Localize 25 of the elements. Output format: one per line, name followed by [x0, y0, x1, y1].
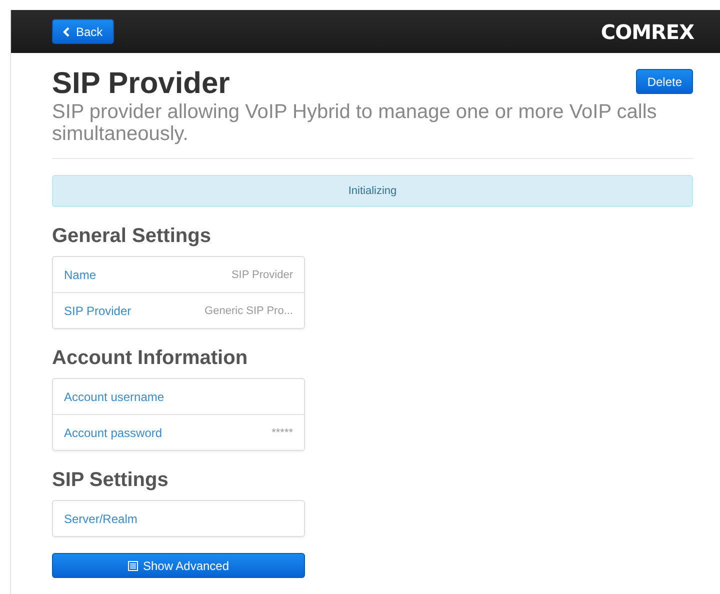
section-heading: SIP Settings: [52, 469, 170, 491]
setting-value: SIP Provider: [231, 268, 293, 280]
logo: COMREX: [600, 20, 694, 44]
setting-label: Name: [64, 268, 96, 282]
page-subtitle: SIP provider allowing VoIP Hybrid to manage one or more VoIP calls simultaneously.: [52, 101, 658, 145]
list-icon: [128, 560, 138, 570]
setting-label: Account password: [64, 426, 162, 440]
section-heading: Account Information: [52, 347, 249, 369]
status-banner: Initializing: [52, 175, 693, 207]
settings-row[interactable]: Name SIP Provider: [53, 257, 304, 292]
back-button[interactable]: Back: [52, 19, 114, 44]
section-heading: General Settings: [52, 225, 212, 247]
setting-value: *****: [272, 426, 293, 438]
setting-label: Account username: [64, 390, 164, 404]
settings-row[interactable]: Account password *****: [53, 414, 304, 450]
settings-row[interactable]: Account username: [53, 379, 304, 414]
setting-value: Generic SIP Pro...: [204, 304, 293, 316]
settings-row[interactable]: Server/Realm: [53, 501, 304, 536]
setting-label: Server/Realm: [64, 512, 138, 526]
delete-button[interactable]: Delete: [636, 69, 693, 94]
chevron-left-icon: [63, 26, 70, 36]
settings-row[interactable]: SIP Provider Generic SIP Pro...: [53, 292, 304, 328]
show-advanced-button[interactable]: Show Advanced: [52, 553, 305, 578]
page-title: SIP Provider: [52, 67, 230, 101]
setting-label: SIP Provider: [64, 304, 132, 318]
